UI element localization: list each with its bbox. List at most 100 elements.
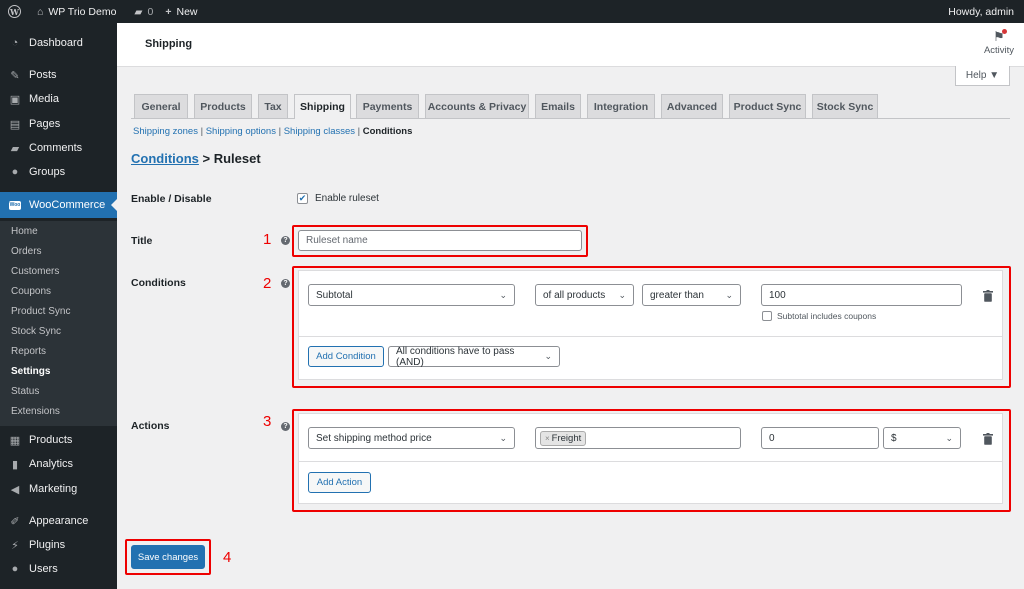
tab-general[interactable]: General bbox=[134, 94, 188, 118]
page-header: Shipping ⚑ Activity bbox=[117, 23, 1024, 67]
submenu-item-coupons[interactable]: Coupons bbox=[11, 286, 51, 297]
tab-advanced[interactable]: Advanced bbox=[661, 94, 723, 118]
annotation-box-2 bbox=[292, 266, 1011, 388]
flag-icon: ⚑ bbox=[982, 29, 1016, 45]
tab-underline bbox=[131, 118, 1010, 119]
heading-rest: > Ruleset bbox=[198, 151, 261, 166]
annotation-box-3 bbox=[292, 409, 1011, 512]
submenu-item-customers[interactable]: Customers bbox=[11, 266, 59, 277]
sidebar-item-comments[interactable]: ▰ Comments bbox=[0, 137, 117, 159]
sidebar-item-plugins[interactable]: ⚡ Plugins bbox=[0, 534, 117, 556]
shipping-options-link[interactable]: Shipping options bbox=[206, 126, 276, 137]
sidebar-item-label: Plugins bbox=[29, 539, 66, 551]
comment-icon: ▰ bbox=[10, 142, 20, 155]
enable-ruleset-label: Enable ruleset bbox=[315, 193, 379, 204]
pages-icon: ▤ bbox=[9, 118, 21, 131]
submenu-item-product-sync[interactable]: Product Sync bbox=[11, 306, 70, 317]
analytics-icon: ▮ bbox=[11, 458, 19, 471]
sidebar-item-groups[interactable]: ● Groups bbox=[0, 161, 117, 183]
sidebar-item-products[interactable]: ▦ Products bbox=[0, 429, 117, 451]
submenu-item-status[interactable]: Status bbox=[11, 386, 39, 397]
sidebar-item-marketing[interactable]: ◀ Marketing bbox=[0, 478, 117, 500]
site-name-link[interactable]: ⌂ WP Trio Demo bbox=[31, 0, 122, 23]
sidebar-item-label: Pages bbox=[29, 118, 61, 130]
sidebar-item-label: Products bbox=[29, 434, 73, 446]
annotation-box-1 bbox=[292, 225, 588, 257]
active-menu-arrow bbox=[111, 199, 117, 211]
sidebar-item-woocommerce[interactable]: Woo WooCommerce bbox=[0, 192, 117, 218]
media-icon: ▣ bbox=[9, 93, 21, 106]
tab-stock-sync[interactable]: Stock Sync bbox=[812, 94, 878, 118]
sidebar-item-posts[interactable]: ✎ Posts bbox=[0, 64, 117, 86]
annotation-box-4 bbox=[125, 539, 211, 575]
sidebar-item-label: Appearance bbox=[29, 515, 89, 527]
sidebar-item-label: Marketing bbox=[29, 483, 78, 495]
new-content-link[interactable]: + New bbox=[159, 0, 203, 23]
actions-label: Actions bbox=[131, 420, 170, 432]
my-account-link[interactable]: Howdy, admin bbox=[942, 0, 1024, 23]
enable-label: Enable / Disable bbox=[131, 193, 212, 205]
sidebar-item-label: Media bbox=[29, 93, 59, 105]
submenu-item-reports[interactable]: Reports bbox=[11, 346, 46, 357]
admin-sidebar: ◔ Dashboard ✎ Posts ▣ Media ▤ Pages ▰ Co… bbox=[0, 23, 117, 589]
sidebar-item-analytics[interactable]: ▮ Analytics bbox=[0, 453, 117, 475]
sidebar-item-media[interactable]: ▣ Media bbox=[0, 88, 117, 110]
sidebar-item-dashboard[interactable]: ◔ Dashboard bbox=[0, 32, 117, 54]
products-icon: ▦ bbox=[9, 434, 21, 447]
wp-logo-menu[interactable]: W bbox=[0, 0, 31, 23]
plug-icon: ⚡ bbox=[11, 539, 19, 552]
submenu-item-settings[interactable]: Settings bbox=[11, 366, 50, 377]
sidebar-item-label: Groups bbox=[29, 166, 66, 178]
shipping-subnav: Shipping zones | Shipping options | Ship… bbox=[133, 126, 412, 137]
user-icon: ● bbox=[11, 563, 19, 575]
submenu-item-orders[interactable]: Orders bbox=[11, 246, 42, 257]
page-title: Shipping bbox=[145, 38, 193, 50]
groups-icon: ● bbox=[11, 166, 19, 178]
sidebar-item-label: Users bbox=[29, 563, 58, 575]
submenu-item-stock-sync[interactable]: Stock Sync bbox=[11, 326, 61, 337]
tab-tax[interactable]: Tax bbox=[258, 94, 288, 118]
woo-icon: Woo bbox=[9, 199, 21, 211]
activity-label: Activity bbox=[983, 45, 1015, 56]
tab-payments[interactable]: Payments bbox=[356, 94, 419, 118]
sidebar-item-label: WooCommerce bbox=[29, 199, 106, 211]
woo-badge: Woo bbox=[9, 200, 21, 210]
tab-accounts-privacy[interactable]: Accounts & Privacy bbox=[425, 94, 529, 118]
help-button[interactable]: Help ▼ bbox=[955, 66, 1010, 86]
shipping-classes-link[interactable]: Shipping classes bbox=[284, 126, 355, 137]
tab-shipping[interactable]: Shipping bbox=[294, 94, 351, 119]
brush-icon: ✐ bbox=[10, 515, 20, 528]
help-tip-icon[interactable]: ? bbox=[281, 236, 290, 245]
comment-bubble-icon: ▰ bbox=[134, 5, 143, 18]
site-name: WP Trio Demo bbox=[48, 5, 117, 18]
tab-emails[interactable]: Emails bbox=[535, 94, 581, 118]
tab-products[interactable]: Products bbox=[194, 94, 252, 118]
ruleset-heading: Conditions > Ruleset bbox=[131, 151, 261, 166]
pin-icon: ✎ bbox=[10, 69, 20, 82]
activity-button[interactable]: ⚑ Activity bbox=[982, 29, 1016, 56]
sidebar-item-users[interactable]: ● Users bbox=[0, 558, 117, 580]
submenu-item-home[interactable]: Home bbox=[11, 226, 38, 237]
shipping-zones-link[interactable]: Shipping zones bbox=[133, 126, 198, 137]
annotation-number-1: 1 bbox=[263, 231, 272, 248]
comments-link[interactable]: ▰ 0 bbox=[128, 0, 159, 23]
sidebar-item-pages[interactable]: ▤ Pages bbox=[0, 113, 117, 135]
tab-integration[interactable]: Integration bbox=[587, 94, 655, 118]
sidebar-item-label: Posts bbox=[29, 69, 57, 81]
help-tip-icon[interactable]: ? bbox=[281, 422, 290, 431]
help-tip-icon[interactable]: ? bbox=[281, 279, 290, 288]
enable-ruleset-checkbox[interactable]: ✔ bbox=[297, 193, 308, 204]
conditions-current: Conditions bbox=[362, 126, 413, 137]
plus-icon: + bbox=[165, 5, 172, 18]
conditions-breadcrumb-link[interactable]: Conditions bbox=[131, 151, 199, 166]
annotation-number-2: 2 bbox=[263, 275, 272, 292]
sidebar-item-appearance[interactable]: ✐ Appearance bbox=[0, 510, 117, 532]
notification-dot bbox=[1002, 29, 1007, 34]
sidebar-item-label: Analytics bbox=[29, 458, 74, 470]
tab-product-sync[interactable]: Product Sync bbox=[729, 94, 806, 118]
conditions-label: Conditions bbox=[131, 277, 186, 289]
title-label: Title bbox=[131, 235, 153, 247]
annotation-number-3: 3 bbox=[263, 413, 272, 430]
dashboard-icon: ◔ bbox=[11, 37, 19, 49]
submenu-item-extensions[interactable]: Extensions bbox=[11, 406, 60, 417]
